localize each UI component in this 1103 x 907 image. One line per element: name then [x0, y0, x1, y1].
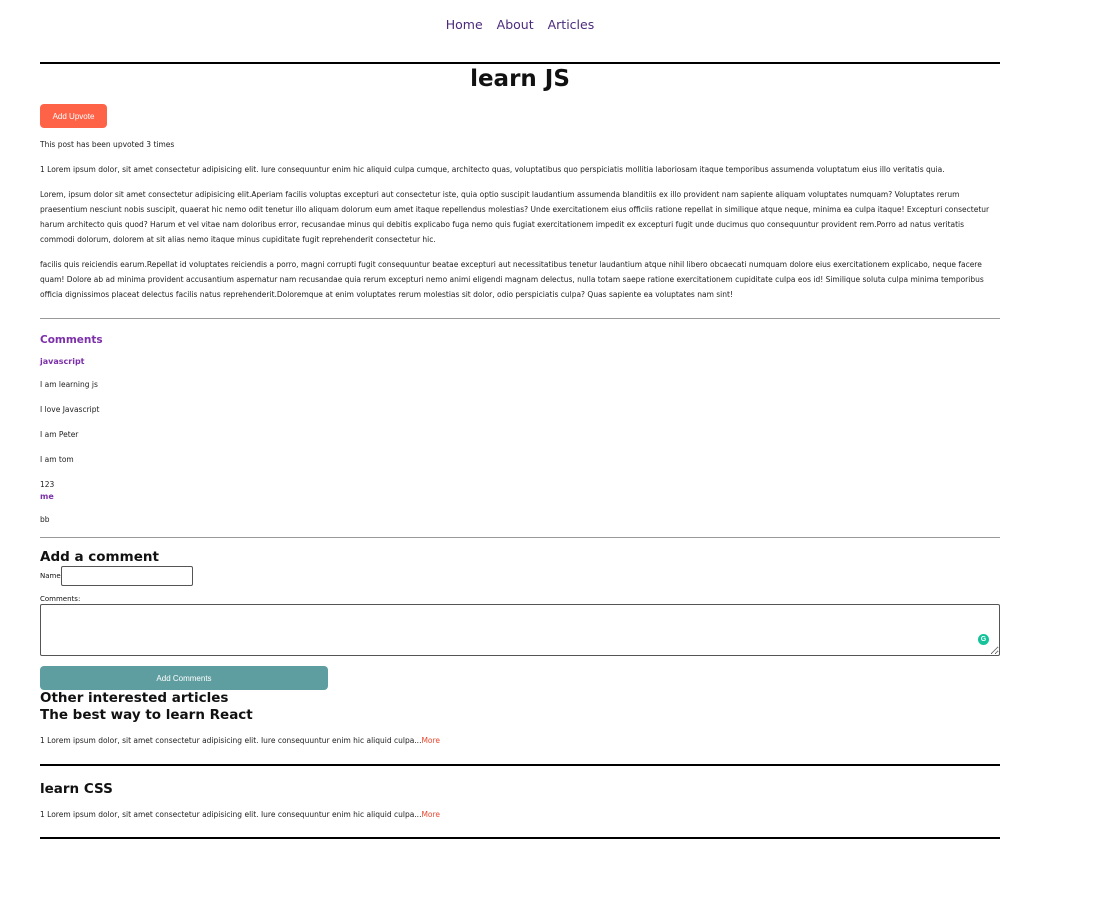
comment-text: bb: [40, 515, 50, 524]
comments-divider: [40, 318, 1000, 319]
add-comment-heading: Add a comment: [40, 549, 159, 565]
name-input[interactable]: [61, 566, 193, 586]
comment-author: me: [40, 492, 54, 501]
comments-textarea[interactable]: [40, 604, 1000, 656]
more-link[interactable]: More: [421, 810, 440, 819]
article-paragraph-3: facilis quis reiciendis earum.Repellat i…: [40, 260, 984, 299]
related-article-title[interactable]: The best way to learn React: [40, 707, 253, 723]
nav-about-link[interactable]: About: [497, 17, 534, 32]
title-divider: [40, 62, 1000, 64]
article-paragraph-2: Lorem, ipsum dolor sit amet consectetur …: [40, 190, 990, 244]
top-nav: Home About Articles: [0, 17, 1040, 32]
excerpt-text: 1 Lorem ipsum dolor, sit amet consectetu…: [40, 810, 422, 819]
other-articles-heading: Other interested articles: [40, 690, 229, 706]
article-paragraph-1: 1 Lorem ipsum dolor, sit amet consectetu…: [40, 165, 945, 174]
comments-label: Comments:: [40, 595, 81, 603]
nav-articles-link[interactable]: Articles: [548, 17, 595, 32]
name-label: Name:: [40, 572, 64, 580]
add-upvote-button[interactable]: Add Upvote: [40, 104, 107, 128]
related-article-title[interactable]: learn CSS: [40, 781, 113, 797]
more-link[interactable]: More: [421, 736, 440, 745]
comment-text: 123: [40, 480, 55, 489]
article-title: learn JS: [470, 66, 570, 92]
comment-text: I am learning js: [40, 380, 98, 389]
nav-home-link[interactable]: Home: [446, 17, 483, 32]
comment-text: I love Javascript: [40, 405, 100, 414]
add-comments-button[interactable]: Add Comments: [40, 666, 328, 690]
upvote-count-text: This post has been upvoted 3 times: [40, 140, 175, 149]
comments-heading: Comments: [40, 334, 103, 346]
comment-author: javascript: [40, 357, 85, 366]
related-article-excerpt: 1 Lorem ipsum dolor, sit amet consectetu…: [40, 736, 440, 745]
comment-text: I am tom: [40, 455, 74, 464]
add-comment-divider: [40, 537, 1000, 538]
article-divider: [40, 837, 1000, 839]
grammarly-icon[interactable]: G: [978, 634, 989, 645]
article-divider: [40, 764, 1000, 766]
comment-text: I am Peter: [40, 430, 79, 439]
related-article-excerpt: 1 Lorem ipsum dolor, sit amet consectetu…: [40, 810, 440, 819]
excerpt-text: 1 Lorem ipsum dolor, sit amet consectetu…: [40, 736, 422, 745]
